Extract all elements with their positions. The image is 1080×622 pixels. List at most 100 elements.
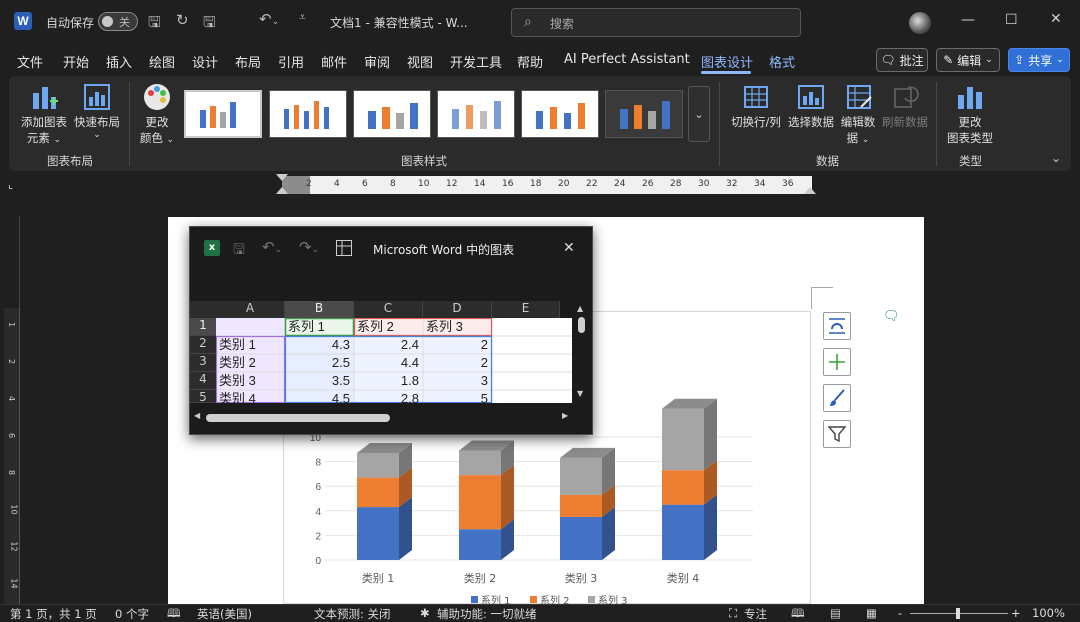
more-styles-dropdown[interactable]: ⌄ [688, 86, 710, 142]
quick-layout-button[interactable]: 快速布局 ⌄ [72, 114, 122, 140]
switch-row-column-button[interactable]: 切换行/列 [727, 114, 785, 130]
refresh-data-button[interactable]: 刷新数据 [880, 114, 930, 130]
bar-segment[interactable] [560, 494, 602, 517]
tab-format[interactable]: 格式 [769, 52, 795, 71]
vertical-scrollbar[interactable]: ▲ ▼ [572, 301, 592, 403]
cell-d4[interactable]: 3 [423, 372, 492, 390]
print-layout-icon[interactable]: ▤ [830, 606, 841, 620]
zoom-level[interactable]: 100% [1032, 606, 1065, 620]
cell-d5[interactable]: 5 [423, 390, 492, 403]
tab-chart-design[interactable]: 图表设计 [701, 52, 753, 71]
row-header-4[interactable]: 4 [190, 372, 216, 390]
first-line-indent-handle[interactable] [276, 174, 288, 181]
tab-mailings[interactable]: 邮件 [321, 52, 347, 71]
cell-b5[interactable]: 4.5 [285, 390, 354, 403]
edit-data-button[interactable]: 编辑数据 ⌄ [838, 114, 878, 146]
cell-c3[interactable]: 4.4 [354, 354, 423, 372]
web-layout-icon[interactable]: ▦ [866, 606, 877, 620]
minimize-icon[interactable]: — [961, 12, 975, 28]
edit-button[interactable]: ✎ 编辑 ⌄ [936, 48, 1000, 72]
cell-c5[interactable]: 2.8 [354, 390, 423, 403]
tab-design[interactable]: 设计 [192, 52, 218, 71]
cell-b4[interactable]: 3.5 [285, 372, 354, 390]
bar-segment[interactable] [357, 507, 399, 560]
collapse-ribbon-icon[interactable]: ⌄ [1051, 151, 1061, 165]
close-excel-icon[interactable]: ✕ [563, 240, 575, 256]
bar-segment[interactable] [459, 529, 501, 560]
save-icon[interactable]: 🖫 [148, 12, 161, 37]
column-header-d[interactable]: D [423, 301, 492, 318]
customize-qat-icon[interactable]: ⩡ [299, 10, 306, 25]
undo-icon[interactable]: ↶⌄ [262, 238, 282, 256]
bar-segment[interactable] [662, 504, 704, 560]
chart-elements-button[interactable] [823, 312, 851, 340]
bar-segment[interactable] [560, 516, 602, 560]
bar-segment[interactable] [459, 450, 501, 476]
tab-file[interactable]: 文件 [17, 52, 43, 71]
cell-a3[interactable]: 类别 2 [219, 354, 285, 372]
language-status[interactable]: 英语(美国) [197, 606, 252, 622]
cell-c1[interactable]: 系列 2 [357, 318, 423, 336]
maximize-icon[interactable]: ☐ [1005, 12, 1018, 28]
chart-style-2[interactable] [269, 90, 347, 138]
undo-icon[interactable]: ↶⌄ [259, 10, 279, 28]
column-header-e[interactable]: E [492, 301, 560, 318]
row-header-3[interactable]: 3 [190, 354, 216, 372]
tab-layout[interactable]: 布局 [235, 52, 261, 71]
comment-button[interactable]: 🗨 批注 [876, 48, 928, 72]
tab-developer[interactable]: 开发工具 [450, 52, 502, 71]
bar-segment[interactable] [662, 470, 704, 505]
close-icon[interactable]: ✕ [1050, 11, 1062, 27]
chart-filters-button[interactable] [823, 420, 851, 448]
bar-segment[interactable] [459, 475, 501, 530]
row-header-1[interactable]: 1 [190, 318, 216, 336]
bar-segment[interactable] [560, 457, 602, 495]
tab-view[interactable]: 视图 [407, 52, 433, 71]
row-header-2[interactable]: 2 [190, 336, 216, 354]
autosave-toggle[interactable]: 关 [98, 12, 138, 31]
column-header-a[interactable]: A [216, 301, 285, 318]
cell-c2[interactable]: 2.4 [354, 336, 423, 354]
legend-entry[interactable]: 系列 2 [540, 594, 570, 604]
save-as-icon[interactable]: 🖫 [203, 12, 216, 37]
cell-d2[interactable]: 2 [423, 336, 492, 354]
tab-help[interactable]: 帮助 [517, 52, 543, 71]
select-data-button[interactable]: 选择数据 [786, 114, 836, 130]
cell-a5[interactable]: 类别 4 [219, 390, 285, 403]
chart-style-5[interactable] [521, 90, 599, 138]
page-count[interactable]: 第 1 页，共 1 页 [10, 606, 97, 622]
select-all-corner[interactable] [190, 301, 216, 318]
column-header-b[interactable]: B [285, 301, 354, 318]
legend-entry[interactable]: 系列 3 [598, 594, 628, 604]
tab-review[interactable]: 审阅 [364, 52, 390, 71]
change-chart-type-button[interactable]: 更改 图表类型 [944, 114, 996, 146]
bar-segment[interactable] [357, 477, 399, 508]
accessibility-status[interactable]: 辅助功能: 一切就绪 [437, 606, 537, 622]
legend-entry[interactable]: 系列 1 [481, 594, 511, 604]
chart-style-6[interactable] [605, 90, 683, 138]
cell-a2[interactable]: 类别 1 [219, 336, 285, 354]
save-icon[interactable]: 🖫 [233, 239, 245, 263]
tab-home[interactable]: 开始 [63, 52, 89, 71]
avatar[interactable] [909, 12, 931, 34]
tab-insert[interactable]: 插入 [106, 52, 132, 71]
row-header-5[interactable]: 5 [190, 390, 216, 403]
tab-selector-icon[interactable]: ⌞ [8, 178, 13, 191]
chart-styles-button[interactable] [823, 384, 851, 412]
cell-d1[interactable]: 系列 3 [426, 318, 492, 336]
change-colors-button[interactable]: 更改 颜色 ⌄ [134, 114, 180, 146]
cell-d3[interactable]: 2 [423, 354, 492, 372]
add-element-button[interactable] [823, 348, 851, 376]
zoom-in-button[interactable]: + [1011, 606, 1021, 620]
cell-b3[interactable]: 2.5 [285, 354, 354, 372]
tab-ai-perfect-assistant[interactable]: AI Perfect Assistant [564, 52, 690, 67]
tab-draw[interactable]: 绘图 [149, 52, 175, 71]
chart-style-4[interactable] [437, 90, 515, 138]
share-button[interactable]: ⇪ 共享 ⌄ [1008, 48, 1070, 72]
proofing-icon[interactable]: 🕮 [167, 606, 181, 622]
chart-style-3[interactable] [353, 90, 431, 138]
tab-references[interactable]: 引用 [278, 52, 304, 71]
word-count[interactable]: 0 个字 [115, 606, 149, 622]
zoom-out-button[interactable]: - [898, 606, 902, 620]
cell-c4[interactable]: 1.8 [354, 372, 423, 390]
